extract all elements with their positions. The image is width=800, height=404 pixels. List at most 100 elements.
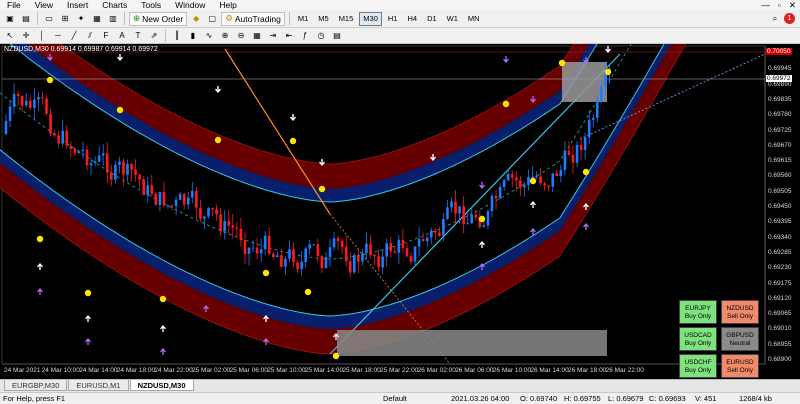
candle-body bbox=[267, 235, 271, 254]
bar-chart-icon[interactable]: ┃ bbox=[170, 29, 184, 43]
candlestick-icon[interactable]: ▮ bbox=[186, 29, 200, 43]
menu-window[interactable]: Window bbox=[168, 0, 212, 10]
periods-icon[interactable]: ◷ bbox=[314, 29, 328, 43]
candle-body bbox=[146, 185, 150, 195]
candle-body bbox=[300, 262, 303, 269]
zoom-in-icon[interactable]: ⊕ bbox=[218, 29, 232, 43]
notification-badge[interactable]: 1 bbox=[784, 13, 795, 24]
candle-body bbox=[421, 239, 425, 242]
cursor-icon[interactable]: ↖ bbox=[3, 29, 17, 43]
time-tick-label: 26 Mar 14:00 bbox=[530, 367, 569, 374]
close-button[interactable]: ✕ bbox=[785, 0, 800, 10]
candle-body bbox=[77, 151, 81, 154]
tile-windows-icon[interactable]: ▦ bbox=[250, 29, 264, 43]
new-chart-icon[interactable]: ▣ bbox=[3, 12, 17, 26]
crosshair-icon[interactable]: ✛ bbox=[19, 29, 33, 43]
candle-body bbox=[551, 173, 555, 187]
chart-area[interactable]: NZDUSD,M30 0.69914 0.69987 0.69914 0.699… bbox=[0, 44, 800, 379]
candle-body bbox=[474, 214, 478, 218]
search-icon[interactable]: ⌕ bbox=[768, 12, 782, 26]
candle-body bbox=[336, 238, 340, 241]
candle-body bbox=[57, 135, 60, 144]
tf-m30-button[interactable]: M30 bbox=[359, 11, 382, 26]
trendline-icon[interactable]: ╱ bbox=[67, 29, 81, 43]
candle-body bbox=[211, 207, 214, 210]
candle-body bbox=[446, 207, 449, 219]
signal-button-gbpusd[interactable]: GBPUSD Neutral bbox=[721, 327, 759, 351]
metaeditor-icon[interactable]: ◆ bbox=[189, 12, 203, 26]
tf-m15-button[interactable]: M15 bbox=[335, 12, 358, 26]
indicators-icon[interactable]: ƒ bbox=[298, 29, 312, 43]
signal-button-eurusd[interactable]: EURUSD Sell Only bbox=[721, 354, 759, 378]
tab-eurgbp-m30[interactable]: EURGBP,M30 bbox=[4, 380, 68, 391]
candle-body bbox=[130, 163, 133, 170]
time-tick-label: 26 Mar 06:00 bbox=[455, 367, 494, 374]
minimize-button[interactable]: — bbox=[757, 0, 774, 10]
status-profile[interactable]: Default bbox=[383, 393, 407, 404]
sell-arrow-icon bbox=[290, 114, 296, 122]
menu-view[interactable]: View bbox=[28, 0, 60, 10]
terminal-icon[interactable]: ▦ bbox=[90, 12, 104, 26]
line-chart-icon[interactable]: ∿ bbox=[202, 29, 216, 43]
time-tick-label: 25 Mar 22:00 bbox=[380, 367, 419, 374]
status-close: C: 0.69693 bbox=[649, 394, 686, 403]
strategy-tester-icon[interactable]: ▥ bbox=[106, 12, 120, 26]
signal-button-eurjpy[interactable]: EURJPY Buy Only bbox=[679, 300, 717, 324]
tf-h4-button[interactable]: H4 bbox=[403, 12, 421, 26]
candle-body bbox=[45, 98, 48, 114]
price-tick-label: 0.68955 bbox=[768, 340, 792, 348]
chart-shift-icon[interactable]: ⇤ bbox=[282, 29, 296, 43]
candle-body bbox=[53, 133, 56, 136]
tf-m5-button[interactable]: M5 bbox=[314, 12, 332, 26]
tf-d1-button[interactable]: D1 bbox=[423, 12, 441, 26]
price-tick-label: 0.69505 bbox=[768, 187, 792, 195]
candle-body bbox=[401, 239, 405, 249]
data-window-icon[interactable]: ⊞ bbox=[58, 12, 72, 26]
candle-body bbox=[296, 262, 299, 270]
label-icon[interactable]: T bbox=[131, 29, 145, 43]
arrow-shapes-icon[interactable]: ⇗ bbox=[147, 29, 161, 43]
menu-tools[interactable]: Tools bbox=[134, 0, 168, 10]
tf-h1-button[interactable]: H1 bbox=[384, 12, 402, 26]
restore-button[interactable]: ▫ bbox=[774, 0, 785, 10]
candle-body bbox=[571, 154, 575, 163]
menu-insert[interactable]: Insert bbox=[60, 0, 95, 10]
tf-mn-button[interactable]: MN bbox=[464, 12, 484, 26]
candle-body bbox=[567, 150, 571, 155]
tf-w1-button[interactable]: W1 bbox=[443, 12, 462, 26]
signal-button-nzdusd[interactable]: NZDUSD Sell Only bbox=[721, 300, 759, 324]
time-tick-label: 24 Mar 18:00 bbox=[116, 367, 156, 374]
candle-body bbox=[243, 240, 247, 254]
signal-dot bbox=[262, 269, 270, 277]
market-watch-icon[interactable]: ▭ bbox=[42, 12, 56, 26]
navigator-icon[interactable]: ✦ bbox=[74, 12, 88, 26]
candle-body bbox=[531, 176, 534, 178]
new-order-button[interactable]: ⊕ New Order bbox=[129, 11, 188, 26]
menu-charts[interactable]: Charts bbox=[95, 0, 134, 10]
tf-m1-button[interactable]: M1 bbox=[294, 12, 312, 26]
vertical-line-icon[interactable]: │ bbox=[35, 29, 49, 43]
candle-body bbox=[519, 180, 522, 188]
channel-icon[interactable]: ⫽ bbox=[83, 29, 97, 43]
signal-dot bbox=[604, 68, 612, 76]
text-icon[interactable]: A bbox=[115, 29, 129, 43]
candle-body bbox=[527, 177, 530, 186]
chart-window-icon[interactable]: ▢ bbox=[205, 12, 219, 26]
menu-file[interactable]: File bbox=[0, 0, 28, 10]
signal-button-usdcad[interactable]: USDCAD Buy Only bbox=[679, 327, 717, 351]
profiles-icon[interactable]: ▤ bbox=[19, 12, 33, 26]
zoom-out-icon[interactable]: ⊖ bbox=[234, 29, 248, 43]
autoscroll-icon[interactable]: ⇥ bbox=[266, 29, 280, 43]
templates-icon[interactable]: ▤ bbox=[330, 29, 344, 43]
horizontal-line-icon[interactable]: ─ bbox=[51, 29, 65, 43]
tab-nzdusd-m30[interactable]: NZDUSD,M30 bbox=[129, 380, 194, 391]
price-tick-label: 0.69230 bbox=[768, 264, 792, 272]
fibonacci-icon[interactable]: F bbox=[99, 29, 113, 43]
candle-body bbox=[162, 192, 166, 206]
auto-trading-button[interactable]: ⚙ AutoTrading bbox=[221, 11, 285, 26]
price-tick-label: 0.69065 bbox=[768, 310, 792, 318]
candle-body bbox=[591, 117, 595, 120]
signal-button-usdchf[interactable]: USDCHF Buy Only bbox=[679, 354, 717, 378]
menu-help[interactable]: Help bbox=[212, 0, 243, 10]
tab-eurusd-m1[interactable]: EURUSD,M1 bbox=[68, 380, 129, 391]
